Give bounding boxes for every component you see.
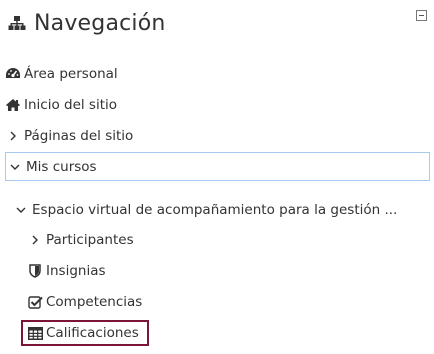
nav-item-area-personal[interactable]: Área personal [5, 60, 118, 88]
shield-icon [27, 263, 43, 279]
table-icon [27, 325, 43, 341]
home-icon [5, 97, 21, 113]
nav-label: Mis cursos [26, 158, 97, 175]
nav-label: Área personal [24, 66, 118, 82]
nav-label: Calificaciones [46, 325, 139, 341]
nav-item-insignias[interactable]: Insignias [27, 257, 106, 285]
nav-label: Participantes [46, 232, 134, 248]
chevron-right-icon [27, 232, 43, 248]
chevron-right-icon [5, 128, 21, 144]
chevron-down-icon [7, 159, 23, 175]
nav-item-competencias[interactable]: Competencias [27, 288, 142, 316]
collapse-icon[interactable] [416, 10, 427, 21]
sitemap-icon [8, 15, 26, 31]
dashboard-icon [5, 66, 21, 82]
nav-label: Espacio virtual de acompañamiento para l… [32, 202, 398, 218]
nav-item-participantes[interactable]: Participantes [27, 226, 134, 254]
nav-item-inicio-del-sitio[interactable]: Inicio del sitio [5, 91, 117, 119]
nav-item-paginas-del-sitio[interactable]: Páginas del sitio [5, 122, 133, 150]
navigation-block-header: Navegación [8, 6, 166, 40]
block-title: Navegación [34, 10, 166, 36]
checkbox-icon [27, 294, 43, 310]
nav-item-calificaciones[interactable]: Calificaciones [21, 320, 149, 346]
nav-label: Inicio del sitio [24, 97, 118, 113]
nav-label: Competencias [46, 294, 143, 310]
nav-item-course[interactable]: Espacio virtual de acompañamiento para l… [13, 196, 397, 224]
nav-item-mis-cursos[interactable]: Mis cursos [5, 152, 430, 181]
nav-label: Páginas del sitio [24, 128, 134, 144]
chevron-down-icon [13, 202, 29, 218]
nav-label: Insignias [46, 263, 106, 279]
